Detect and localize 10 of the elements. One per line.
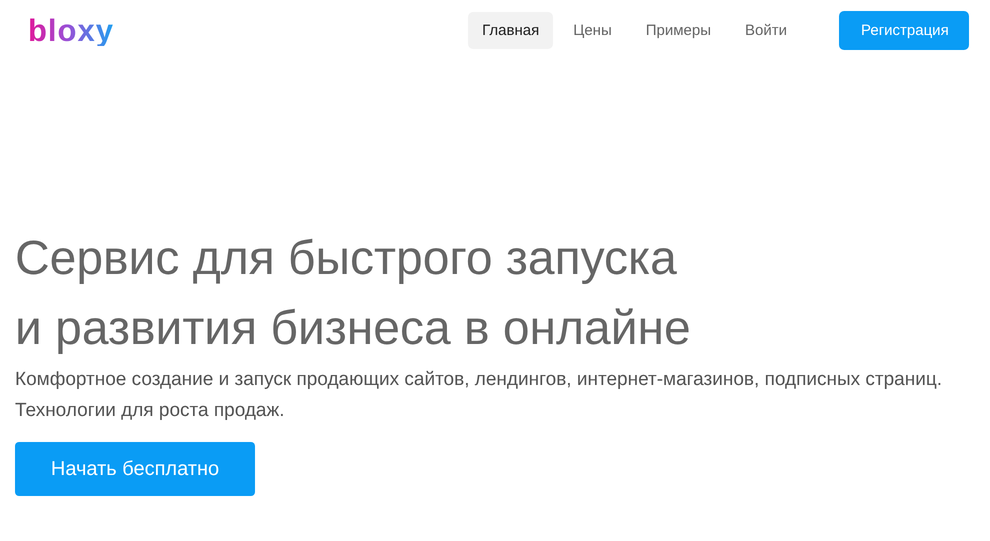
nav-link[interactable]: Цены	[559, 12, 626, 48]
register-button[interactable]: Регистрация	[839, 10, 969, 50]
start-free-button[interactable]: Начать бесплатно	[15, 442, 255, 496]
hero-title-line: и развития бизнеса в онлайне	[15, 301, 691, 357]
nav-link[interactable]: Примеры	[632, 12, 726, 48]
nav-link[interactable]: Войти	[731, 12, 801, 48]
nav-link[interactable]: Главная	[468, 12, 554, 48]
hero-description: Комфортное создание и запуск продающих сайтов, лендингов, интернет-магазинов, подписных страниц.	[15, 368, 942, 392]
hero-title-line: Сервис для быстрого запуска	[15, 231, 678, 287]
hero-description: Технологии для роста продаж.	[15, 399, 286, 423]
